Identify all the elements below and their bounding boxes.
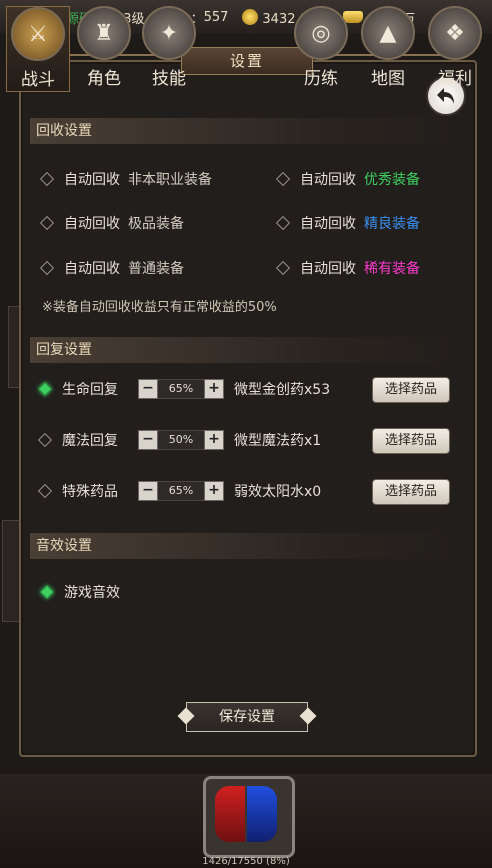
- recover-row-mp: 魔法回复 − 50% + 微型魔法药x1: [37, 428, 322, 452]
- recycle-option-fine[interactable]: 自动回收 精良装备: [275, 213, 420, 233]
- settings-panel: [19, 60, 477, 757]
- percent-value: 50%: [158, 430, 204, 450]
- nav-label: 福利: [438, 69, 472, 89]
- percent-value: 65%: [158, 481, 204, 501]
- recycle-label: 优秀装备: [364, 172, 420, 188]
- checkbox-diamond-icon[interactable]: [275, 215, 291, 231]
- nav-label: 战斗: [21, 70, 55, 90]
- recycle-option-top[interactable]: 自动回收 极品装备: [39, 213, 184, 233]
- decrease-button[interactable]: −: [138, 481, 158, 501]
- checkbox-diamond-icon[interactable]: [39, 171, 55, 187]
- nav-character[interactable]: ♜ 角色: [73, 6, 135, 90]
- checkbox-diamond-icon[interactable]: [39, 584, 55, 600]
- recycle-note: ※装备自动回收收益只有正常收益的50%: [42, 300, 277, 315]
- increase-button[interactable]: +: [204, 481, 224, 501]
- mp-orb: [247, 786, 277, 842]
- checkbox-diamond-icon[interactable]: [37, 483, 53, 499]
- recover-label: 生命回复: [62, 382, 118, 398]
- decrease-button[interactable]: −: [138, 430, 158, 450]
- checkbox-diamond-icon[interactable]: [275, 260, 291, 276]
- checkbox-diamond-icon[interactable]: [39, 215, 55, 231]
- recycle-label: 非本职业装备: [128, 172, 212, 188]
- recycle-option-normal[interactable]: 自动回收 普通装备: [39, 258, 184, 278]
- recycle-prefix: 自动回收: [300, 261, 356, 277]
- recover-section-header: 回复设置: [30, 337, 458, 363]
- choose-medicine-button[interactable]: 选择药品: [372, 428, 450, 454]
- exp-text: 1426/17550 (8%): [202, 856, 290, 867]
- increase-button[interactable]: +: [204, 379, 224, 399]
- recycle-prefix: 自动回收: [64, 172, 120, 188]
- recover-label: 魔法回复: [62, 433, 118, 449]
- recycle-label: 极品装备: [128, 216, 184, 232]
- decrease-button[interactable]: −: [138, 379, 158, 399]
- recycle-label: 精良装备: [364, 216, 420, 232]
- gift-icon: ❖: [428, 6, 482, 60]
- recycle-option-excellent[interactable]: 自动回收 优秀装备: [275, 169, 420, 189]
- recycle-prefix: 自动回收: [300, 172, 356, 188]
- medicine-name: 弱效太阳水x0: [234, 484, 322, 500]
- checkbox-diamond-icon[interactable]: [37, 381, 53, 397]
- recover-row-hp: 生命回复 − 65% + 微型金创药x53: [37, 377, 331, 401]
- recycle-prefix: 自动回收: [300, 216, 356, 232]
- nav-training[interactable]: ◎ 历练: [290, 6, 352, 90]
- nav-label: 技能: [152, 69, 186, 89]
- recycle-prefix: 自动回收: [64, 261, 120, 277]
- increase-button[interactable]: +: [204, 430, 224, 450]
- nav-map[interactable]: ▲ 地图: [357, 6, 419, 90]
- recover-label: 特殊药品: [62, 484, 118, 500]
- nav-skill[interactable]: ✦ 技能: [138, 6, 200, 90]
- sword-icon: ⚔: [11, 7, 65, 61]
- nav-battle[interactable]: ⚔ 战斗: [6, 6, 70, 92]
- recycle-section-header: 回收设置: [30, 118, 458, 144]
- nav-welfare[interactable]: ❖ 福利: [424, 6, 486, 90]
- checkbox-diamond-icon[interactable]: [39, 260, 55, 276]
- medicine-name: 微型金创药x53: [234, 382, 331, 398]
- recycle-label: 稀有装备: [364, 261, 420, 277]
- recycle-label: 普通装备: [128, 261, 184, 277]
- recover-row-special: 特殊药品 − 65% + 弱效太阳水x0: [37, 479, 322, 503]
- sound-label: 游戏音效: [64, 585, 120, 601]
- save-settings-button[interactable]: 保存设置: [186, 702, 308, 732]
- percent-value: 65%: [158, 379, 204, 399]
- power-value: 557: [203, 9, 229, 25]
- recycle-prefix: 自动回收: [64, 216, 120, 232]
- nav-label: 角色: [87, 69, 121, 89]
- recycle-option-non-class[interactable]: 自动回收 非本职业装备: [39, 169, 212, 189]
- checkbox-diamond-icon[interactable]: [37, 432, 53, 448]
- checkbox-diamond-icon[interactable]: [275, 171, 291, 187]
- gold-coin-icon: [242, 9, 259, 25]
- medicine-name: 微型魔法药x1: [234, 433, 322, 449]
- choose-medicine-button[interactable]: 选择药品: [372, 377, 450, 403]
- map-icon: ▲: [361, 6, 415, 60]
- hp-orb: [215, 786, 245, 842]
- choose-medicine-button[interactable]: 选择药品: [372, 479, 450, 505]
- nav-label: 历练: [304, 69, 338, 89]
- character-icon: ♜: [77, 6, 131, 60]
- sound-option-game[interactable]: 游戏音效: [39, 582, 120, 602]
- recycle-option-rare[interactable]: 自动回收 稀有装备: [275, 258, 420, 278]
- nav-label: 地图: [371, 69, 405, 89]
- training-icon: ◎: [294, 6, 348, 60]
- hp-mp-orb: [203, 764, 295, 860]
- skill-icon: ✦: [142, 6, 196, 60]
- sound-section-header: 音效设置: [30, 533, 458, 559]
